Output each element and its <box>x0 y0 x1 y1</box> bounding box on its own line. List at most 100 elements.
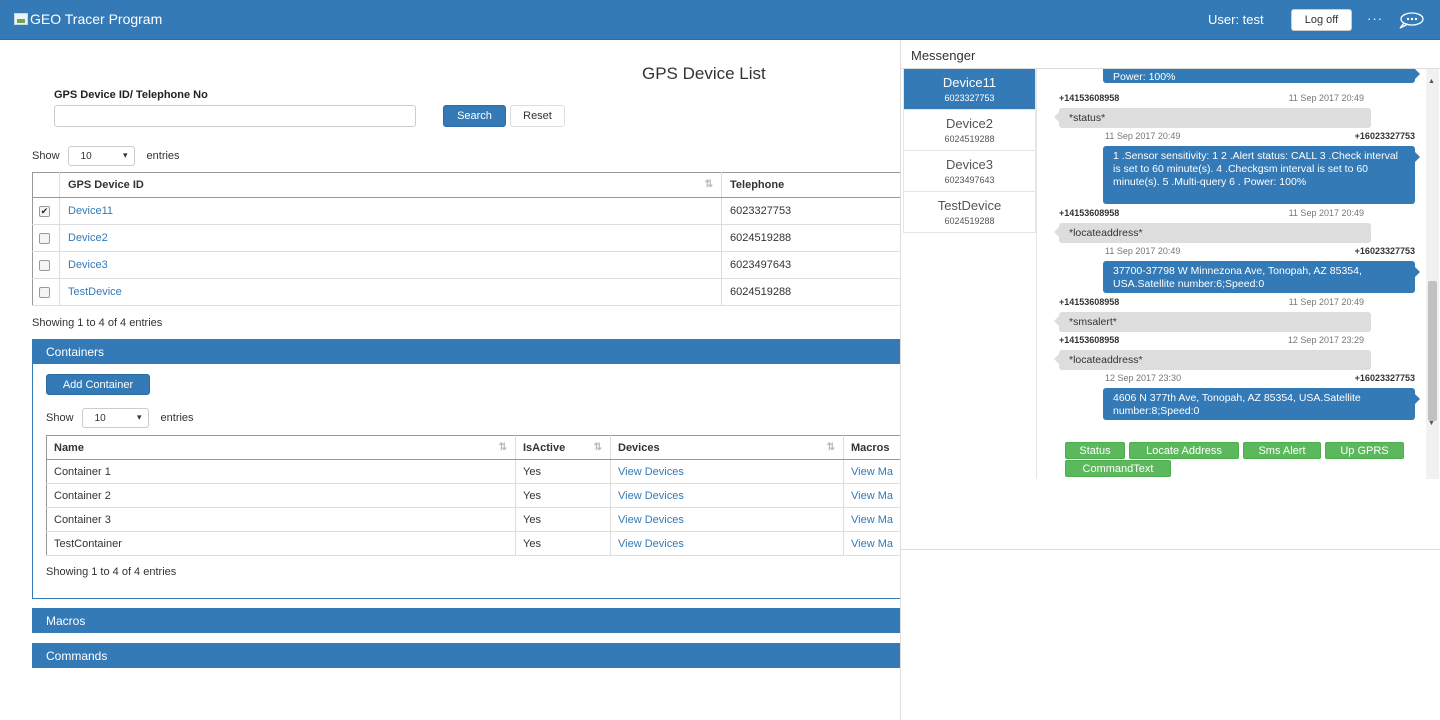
select-column-header <box>32 172 60 198</box>
row-checkbox[interactable] <box>39 259 50 271</box>
telephone-cell: 6024519288 <box>721 224 901 252</box>
container-page-size: Show 10 entries <box>46 408 194 428</box>
message-meta: 11 Sep 2017 20:49 +16023327753 <box>1105 131 1415 141</box>
container-name: Container 3 <box>46 507 516 532</box>
row-checkbox[interactable] <box>39 232 50 244</box>
brand-title: GEO Tracer Program <box>30 11 163 27</box>
incoming-message: *locateaddress* <box>1054 223 1371 243</box>
messenger-device-item[interactable]: TestDevice 6024519288 <box>903 192 1036 233</box>
row-checkbox[interactable] <box>39 286 50 298</box>
search-label: GPS Device ID/ Telephone No <box>54 89 208 101</box>
view-devices-link[interactable]: View Devices <box>618 466 684 478</box>
scroll-down-icon[interactable]: ▼ <box>1428 420 1435 427</box>
sort-icon[interactable]: ⇅ <box>594 442 602 453</box>
container-active: Yes <box>515 531 611 556</box>
messenger-panel: Messenger Device11 6023327753 Device2 60… <box>900 40 1440 720</box>
up-gprs-command-button[interactable]: Up GPRS <box>1325 442 1404 459</box>
container-table-info: Showing 1 to 4 of 4 entries <box>46 566 177 578</box>
page-size-select[interactable]: 10 <box>67 146 135 166</box>
column-header-isactive[interactable]: IsActive ⇅ <box>515 435 611 460</box>
sort-icon[interactable]: ⇅ <box>827 442 835 453</box>
container-active: Yes <box>515 459 611 484</box>
sms-alert-command-button[interactable]: Sms Alert <box>1243 442 1321 459</box>
messenger-device-list: Device11 6023327753 Device2 6024519288 D… <box>903 69 1036 233</box>
message-meta: 11 Sep 2017 20:49 +16023327753 <box>1105 246 1415 256</box>
device-link[interactable]: Device3 <box>68 259 108 271</box>
add-container-button[interactable]: Add Container <box>46 374 150 395</box>
message-meta: +14153608958 11 Sep 2017 20:49 <box>1059 208 1364 218</box>
view-macros-link[interactable]: View Ma <box>851 514 893 526</box>
conversation: Power: 100% +14153608958 11 Sep 2017 20:4… <box>1041 69 1426 479</box>
more-menu[interactable]: ··· <box>1367 11 1383 26</box>
column-header-device-id[interactable]: GPS Device ID ⇅ <box>59 172 722 198</box>
column-header-macros[interactable]: Macros <box>843 435 901 460</box>
telephone-cell: 6023497643 <box>721 251 901 279</box>
table-row[interactable]: ✔ Device11 6023327753 <box>32 197 901 225</box>
container-name: Container 2 <box>46 483 516 508</box>
status-command-button[interactable]: Status <box>1065 442 1125 459</box>
column-header-devices[interactable]: Devices ⇅ <box>610 435 844 460</box>
broken-image-icon <box>14 13 28 25</box>
sort-icon[interactable]: ⇅ <box>499 442 507 453</box>
navbar: GEO Tracer Program User: test Log off ··… <box>0 0 1440 40</box>
search-input[interactable] <box>54 105 416 127</box>
messenger-device-item[interactable]: Device2 6024519288 <box>903 110 1036 151</box>
user-label: User: test <box>1208 12 1264 27</box>
messenger-divider <box>1036 69 1037 479</box>
device-link[interactable]: Device2 <box>68 232 108 244</box>
outgoing-message: 37700-37798 W Minnezona Ave, Tonopah, AZ… <box>1103 261 1420 293</box>
scroll-up-icon[interactable]: ▲ <box>1428 78 1435 85</box>
command-text-button[interactable]: CommandText <box>1065 460 1171 477</box>
table-row: Container 1 Yes View Devices View Ma <box>46 459 901 484</box>
device-name: Device2 <box>946 116 993 131</box>
message-meta: +14153608958 11 Sep 2017 20:49 <box>1059 93 1364 103</box>
search-button[interactable]: Search <box>443 105 506 127</box>
messenger-device-item[interactable]: Device3 6023497643 <box>903 151 1036 192</box>
messenger-device-item[interactable]: Device11 6023327753 <box>903 69 1036 110</box>
table-row[interactable]: Device3 6023497643 <box>32 251 901 279</box>
view-macros-link[interactable]: View Ma <box>851 490 893 502</box>
table-row[interactable]: TestDevice 6024519288 <box>32 278 901 306</box>
device-name: Device3 <box>946 157 993 172</box>
table-row: TestContainer Yes View Devices View Ma <box>46 531 901 556</box>
row-checkbox[interactable]: ✔ <box>39 205 50 217</box>
table-row[interactable]: Device2 6024519288 <box>32 224 901 252</box>
incoming-message: *locateaddress* <box>1054 350 1371 370</box>
reset-button[interactable]: Reset <box>510 105 565 127</box>
device-link[interactable]: TestDevice <box>68 286 122 298</box>
messenger-title: Messenger <box>911 48 976 63</box>
column-header-name[interactable]: Name ⇅ <box>46 435 516 460</box>
device-phone: 6024519288 <box>944 216 995 226</box>
entries-label: entries <box>146 150 180 162</box>
device-phone: 6023327753 <box>944 93 995 103</box>
device-table-info: Showing 1 to 4 of 4 entries <box>32 317 163 329</box>
container-name: TestContainer <box>46 531 516 556</box>
sort-icon[interactable]: ⇅ <box>705 179 713 190</box>
page-size-select[interactable]: 10 <box>81 408 149 428</box>
container-active: Yes <box>515 483 611 508</box>
locate-address-command-button[interactable]: Locate Address <box>1129 442 1239 459</box>
containers-panel-header[interactable]: Containers <box>32 339 900 364</box>
scrollbar-thumb[interactable] <box>1428 281 1437 421</box>
message-meta: +14153608958 11 Sep 2017 20:49 <box>1059 297 1364 307</box>
incoming-message: *smsalert* <box>1054 312 1371 332</box>
container-name: Container 1 <box>46 459 516 484</box>
brand[interactable]: GEO Tracer Program <box>14 11 162 27</box>
column-header-telephone[interactable]: Telephone <box>721 172 901 198</box>
macros-panel-header[interactable]: Macros <box>32 608 900 633</box>
logoff-button[interactable]: Log off <box>1291 9 1352 31</box>
device-link[interactable]: Device11 <box>68 205 113 217</box>
view-macros-link[interactable]: View Ma <box>851 466 893 478</box>
outgoing-message: Power: 100% <box>1103 69 1420 83</box>
container-active: Yes <box>515 507 611 532</box>
view-devices-link[interactable]: View Devices <box>618 538 684 550</box>
view-devices-link[interactable]: View Devices <box>618 514 684 526</box>
view-macros-link[interactable]: View Ma <box>851 538 893 550</box>
chat-icon[interactable] <box>1397 10 1425 30</box>
view-devices-link[interactable]: View Devices <box>618 490 684 502</box>
telephone-cell: 6023327753 <box>721 197 901 225</box>
incoming-message: *status* <box>1054 108 1371 128</box>
commands-panel-header[interactable]: Commands <box>32 643 900 668</box>
message-meta: +14153608958 12 Sep 2017 23:29 <box>1059 335 1364 345</box>
entries-label: entries <box>160 412 194 424</box>
